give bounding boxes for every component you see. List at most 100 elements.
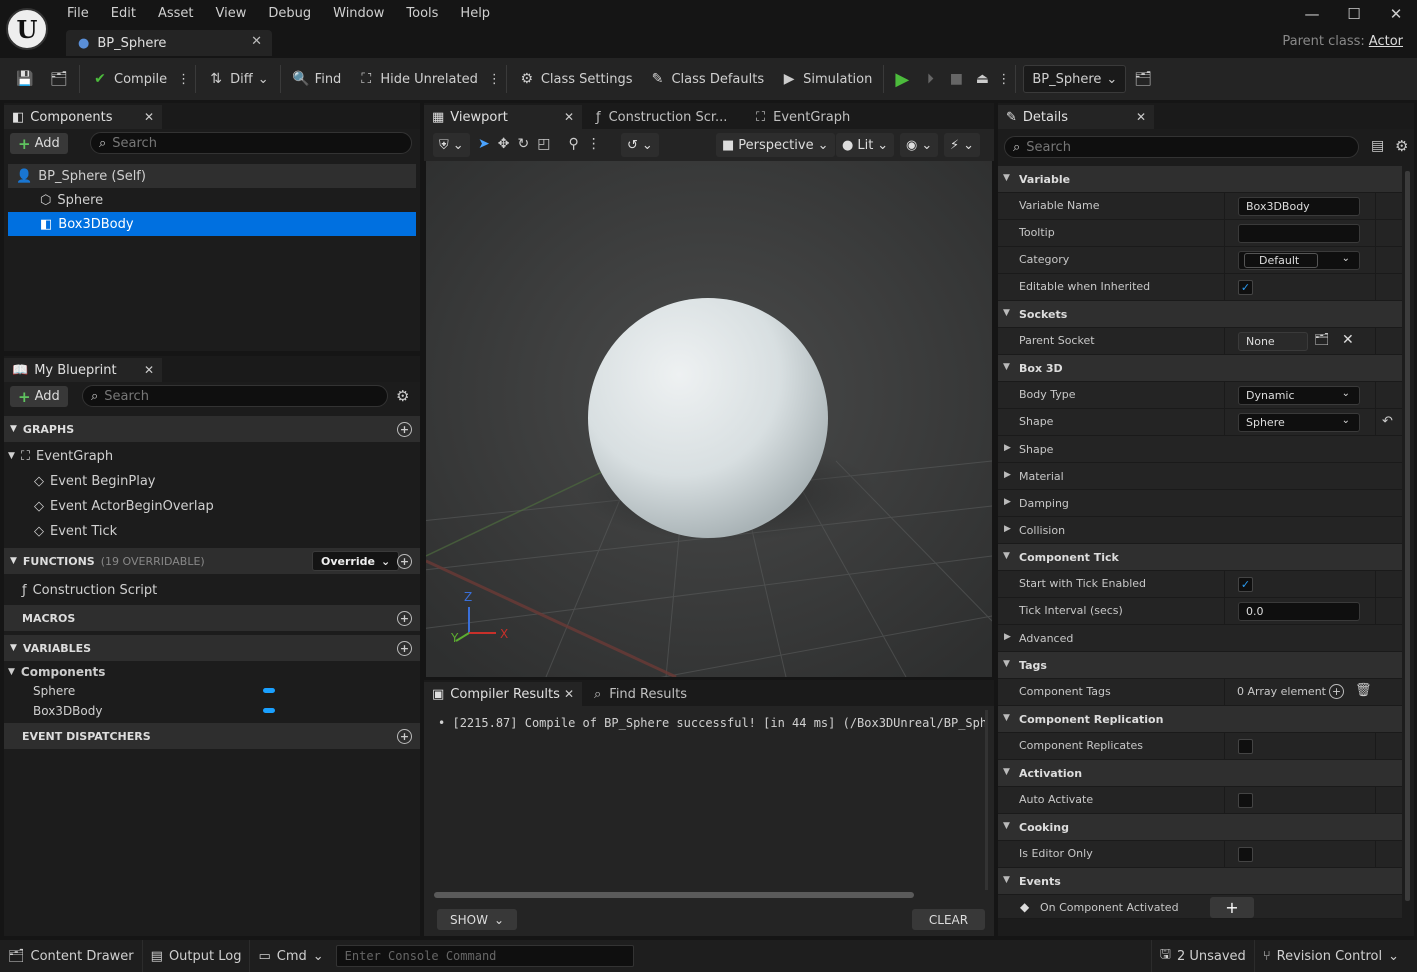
browse-socket-icon[interactable]: 🗂 <box>1314 332 1329 346</box>
horizontal-scrollbar[interactable] <box>434 892 914 898</box>
output-log-button[interactable]: ▤ Output Log <box>143 940 251 972</box>
sphere-mesh[interactable] <box>588 298 828 538</box>
variable-name-input[interactable]: Box3DBody <box>1238 197 1360 216</box>
close-icon[interactable]: ✕ <box>564 687 574 701</box>
class-defaults-button[interactable]: ✎ Class Defaults <box>640 58 772 100</box>
stop-button[interactable]: ■ <box>943 58 969 100</box>
details-scrollbar[interactable] <box>1405 171 1410 901</box>
override-dropdown[interactable]: Override ⌄ <box>312 551 400 571</box>
component-box3dbody[interactable]: ◧ Box3DBody <box>8 212 416 236</box>
gear-icon[interactable]: ⚙ <box>396 387 409 405</box>
content-drawer-button[interactable]: 🗂 Content Drawer <box>0 940 143 972</box>
diff-button[interactable]: ⇅ Diff ⌄ <box>199 58 277 100</box>
details-search-input[interactable]: ⌕ Search <box>1004 136 1359 158</box>
performance-dropdown[interactable]: ⚡ ⌄ <box>944 133 981 157</box>
parent-class-link[interactable]: Actor <box>1369 34 1403 49</box>
unsaved-button[interactable]: 🖫 2 Unsaved <box>1150 940 1255 972</box>
tooltip-input[interactable] <box>1238 224 1360 243</box>
step-button[interactable]: ⏵ <box>917 58 943 100</box>
close-icon[interactable]: ✕ <box>564 110 574 124</box>
eject-button[interactable]: ⏏ <box>969 58 995 100</box>
body-type-combo[interactable]: Dynamic ⌄ <box>1238 386 1360 405</box>
clear-button[interactable]: CLEAR <box>912 909 985 930</box>
surface-snap-icon[interactable]: ⚲ <box>568 136 578 152</box>
play-button[interactable]: ▶ <box>887 58 917 100</box>
select-arrow-icon[interactable]: ➤ <box>478 136 490 152</box>
details-tab[interactable]: ✎ Details ✕ <box>998 103 1154 129</box>
my-blueprint-tab[interactable]: 📖 My Blueprint ✕ <box>4 356 162 382</box>
close-icon[interactable]: ✕ <box>144 363 154 377</box>
perspective-dropdown[interactable]: ■ Perspective ⌄ <box>716 133 835 157</box>
browse-button[interactable]: 🗂 <box>42 58 76 100</box>
advanced-subcategory[interactable]: ▶ Advanced <box>998 625 1402 652</box>
close-icon[interactable]: ✕ <box>1136 110 1146 124</box>
box3d-category[interactable]: ▼ Box 3D <box>998 355 1402 382</box>
menu-asset[interactable]: Asset <box>147 4 205 23</box>
close-icon[interactable]: ✕ <box>144 110 154 124</box>
menu-view[interactable]: View <box>205 4 258 23</box>
console-command-input[interactable]: Enter Console Command <box>335 945 634 967</box>
tab-viewport[interactable]: ▦ Viewport ✕ <box>424 103 582 129</box>
tick-interval-input[interactable]: 0.0 <box>1238 602 1360 621</box>
add-element-icon[interactable]: + <box>1329 684 1344 699</box>
parent-socket-field[interactable]: None <box>1238 332 1308 351</box>
functions-section[interactable]: ▼ FUNCTIONS (19 OVERRIDABLE) Override ⌄ + <box>4 548 420 574</box>
menu-file[interactable]: File <box>56 4 100 23</box>
move-icon[interactable]: ✥ <box>498 136 510 152</box>
close-window-icon[interactable]: ✕ <box>1375 0 1417 28</box>
event-graph-item[interactable]: ▼ ⛶ EventGraph <box>8 444 113 468</box>
macros-section[interactable]: MACROS + <box>4 605 420 631</box>
unreal-logo-icon[interactable]: U <box>6 8 48 50</box>
show-button[interactable]: SHOW ⌄ <box>437 909 517 930</box>
select-mode-dropdown[interactable]: ⛨ ⌄ <box>433 133 470 157</box>
simulation-button[interactable]: ▶ Simulation <box>772 58 880 100</box>
start-tick-checkbox[interactable]: ✓ <box>1238 577 1253 592</box>
menu-window[interactable]: Window <box>322 4 395 23</box>
event-item[interactable]: ◇ Event BeginPlay <box>34 469 156 493</box>
menu-edit[interactable]: Edit <box>100 4 147 23</box>
tab-find-results[interactable]: ⌕ Find Results <box>586 680 726 706</box>
minimize-icon[interactable]: — <box>1291 0 1333 28</box>
add-member-button[interactable]: + Add <box>10 386 68 407</box>
compile-button[interactable]: ✔ Compile <box>83 58 175 100</box>
scale-icon[interactable]: ◰ <box>537 136 550 152</box>
gear-icon[interactable]: ⚙ <box>1395 137 1408 155</box>
blueprint-search-input[interactable]: ⌕ Search <box>82 385 388 407</box>
material-subcategory[interactable]: ▶ Material <box>998 463 1402 490</box>
component-tick-category[interactable]: ▼ Component Tick <box>998 544 1402 571</box>
compile-options-button[interactable]: ⋮ <box>175 58 192 100</box>
debug-browse-button[interactable]: 🗂 <box>1126 58 1160 100</box>
coordinate-system-dropdown[interactable]: ↺ ⌄ <box>621 133 659 157</box>
replicates-checkbox[interactable] <box>1238 739 1253 754</box>
revision-control-button[interactable]: ⑂ Revision Control ⌄ <box>1255 940 1417 972</box>
rotate-icon[interactable]: ↻ <box>517 136 529 152</box>
add-graph-icon[interactable]: + <box>397 421 412 437</box>
activation-category[interactable]: ▼ Activation <box>998 760 1402 787</box>
hide-unrelated-options[interactable]: ⋮ <box>486 58 503 100</box>
more-options-icon[interactable]: ⋮ <box>587 136 601 152</box>
add-component-button[interactable]: + Add <box>10 133 68 154</box>
close-tab-icon[interactable]: ✕ <box>251 34 262 49</box>
show-flags-dropdown[interactable]: ◉ ⌄ <box>900 133 939 157</box>
document-tab[interactable]: ● BP_Sphere ✕ <box>66 30 272 56</box>
add-event-button[interactable]: + <box>1210 897 1254 918</box>
tab-construction-script[interactable]: ƒ Construction Scr... <box>588 103 738 129</box>
cooking-category[interactable]: ▼ Cooking <box>998 814 1402 841</box>
event-item[interactable]: ◇ Event ActorBeginOverlap <box>34 494 214 518</box>
component-self[interactable]: 👤 BP_Sphere (Self) <box>8 164 416 188</box>
components-tab[interactable]: ◧ Components ✕ <box>4 103 162 129</box>
add-variable-icon[interactable]: + <box>397 640 412 656</box>
variables-section[interactable]: ▼ VARIABLES + <box>4 635 420 661</box>
add-macro-icon[interactable]: + <box>397 610 412 626</box>
events-category[interactable]: ▼ Events <box>998 868 1402 895</box>
hide-unrelated-button[interactable]: ⛶ Hide Unrelated <box>349 58 486 100</box>
graphs-section[interactable]: ▼ GRAPHS + <box>4 416 420 442</box>
tab-compiler-results[interactable]: ▣ Compiler Results ✕ <box>424 680 582 706</box>
add-dispatcher-icon[interactable]: + <box>397 728 412 744</box>
add-function-icon[interactable]: + <box>397 553 412 569</box>
reset-to-default-icon[interactable]: ↶ <box>1382 414 1393 429</box>
find-button[interactable]: 🔍 Find <box>284 58 350 100</box>
replication-category[interactable]: ▼ Component Replication <box>998 706 1402 733</box>
sockets-category[interactable]: ▼ Sockets <box>998 301 1402 328</box>
variable-category[interactable]: ▼ Variable <box>998 166 1402 193</box>
